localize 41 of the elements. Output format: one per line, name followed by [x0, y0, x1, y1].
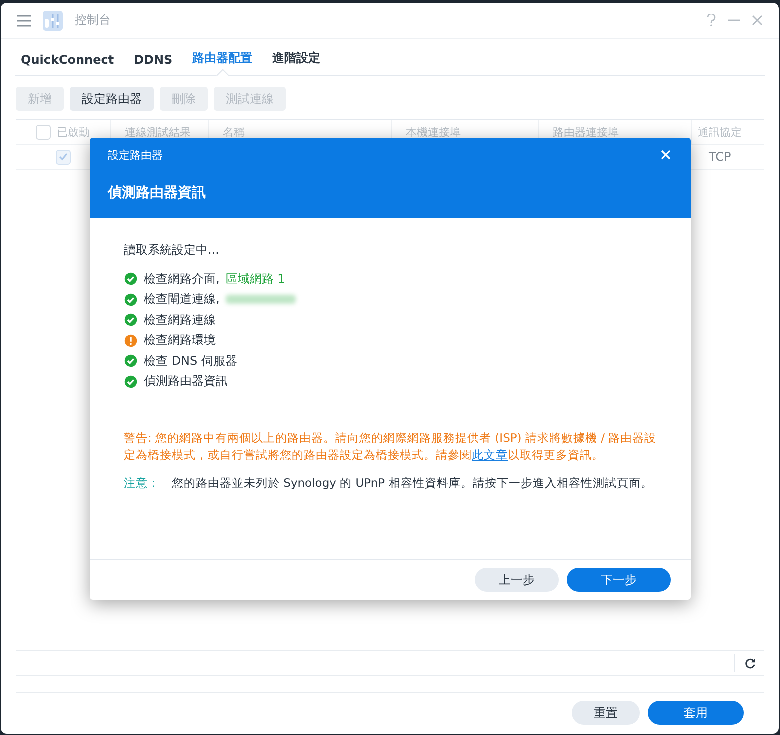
warning-icon: [124, 334, 138, 348]
close-button[interactable]: [659, 148, 673, 162]
check-label: 偵測路由器資訊: [144, 373, 228, 390]
refresh-icon[interactable]: [745, 658, 756, 668]
menu-icon[interactable]: [17, 14, 31, 26]
check-circle-icon: [124, 272, 138, 286]
check-value: 區域網路 1: [226, 270, 286, 288]
tab[interactable]: DDNS: [134, 52, 173, 75]
note-label: 注意：: [124, 476, 160, 491]
check-label: 檢查 DNS 伺服器: [144, 352, 238, 370]
dialog-primary-button[interactable]: 下一步: [567, 568, 671, 592]
dialog-secondary-button[interactable]: 上一步: [475, 568, 559, 592]
status-text: 讀取系統設定中...: [124, 242, 220, 259]
check-label: 檢查網路連線: [144, 312, 216, 329]
tab[interactable]: 進階設定: [272, 49, 321, 75]
toolbar-button[interactable]: 設定路由器: [70, 87, 154, 111]
primary-button[interactable]: 套用: [648, 701, 744, 725]
close-icon[interactable]: [752, 15, 763, 26]
warning-text: 警告: 您的網路中有兩個以上的路由器。請向您的網際網路服務提供者 (ISP) 請求將數據機 / 路由器設定為橋接模式，或自行嘗試將您的路由器設定為橋接模式。請參閱此文章以取得更多資訊。: [124, 430, 657, 464]
tab[interactable]: QuickConnect: [21, 52, 114, 75]
checkmark-icon: [59, 153, 68, 161]
dialog-title: 設定路由器: [108, 148, 163, 162]
check-circle-icon: [124, 374, 138, 389]
tab[interactable]: 路由器配置: [192, 49, 253, 75]
check-label: 檢查網路環境: [144, 332, 216, 350]
dialog-heading: 偵測路由器資訊: [108, 184, 207, 202]
window-title: 控制台: [75, 12, 111, 29]
table-cell: TCP: [709, 150, 732, 164]
note-text: 您的路由器並未列於 Synology 的 UPnP 相容性資料庫。請按下一步進入相容性測試頁面。: [172, 476, 653, 491]
minimize-icon[interactable]: [728, 19, 740, 22]
article-link[interactable]: 此文章: [472, 448, 508, 462]
help-icon[interactable]: [707, 14, 716, 27]
secondary-button[interactable]: 重置: [572, 701, 640, 725]
check-circle-icon: [124, 313, 138, 328]
checkbox[interactable]: [36, 124, 51, 140]
check-label: 檢查閘道連線,: [144, 291, 220, 308]
app-icon: [43, 10, 63, 30]
check-circle-icon: [124, 354, 138, 368]
checkbox[interactable]: [56, 150, 71, 164]
check-label: 檢查網路介面,: [144, 270, 220, 288]
check-circle-icon: [124, 292, 138, 307]
